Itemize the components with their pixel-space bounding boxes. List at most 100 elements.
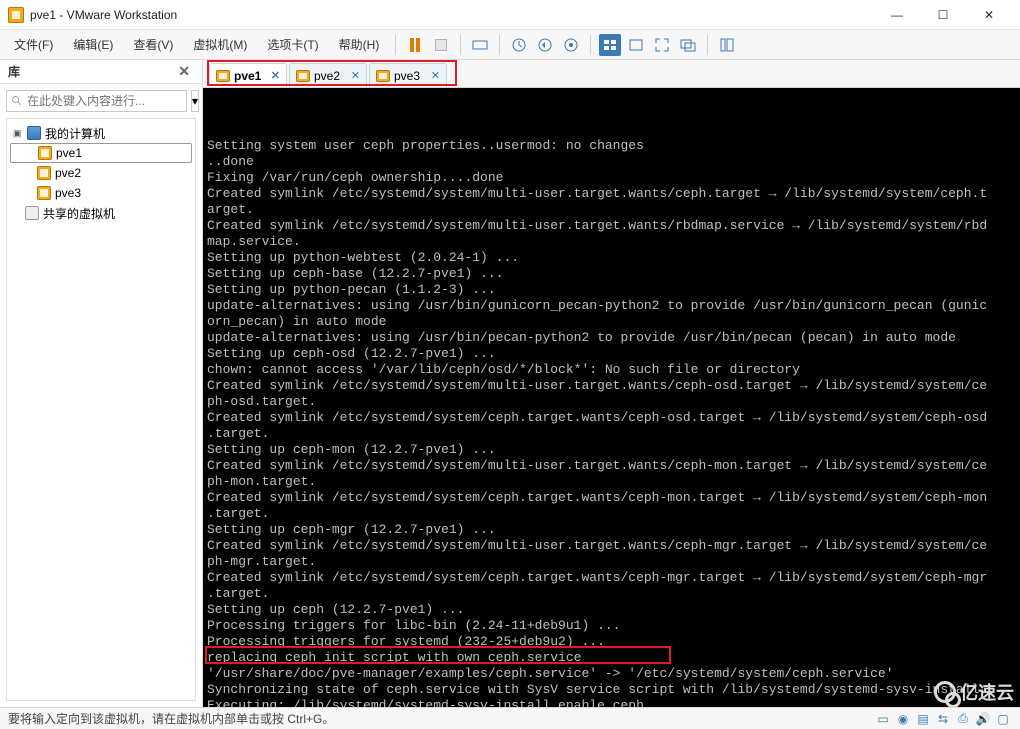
- terminal-line: Processing triggers for systemd (232-25+…: [207, 634, 1016, 650]
- terminal-line: update-alternatives: using /usr/bin/peca…: [207, 330, 1016, 346]
- terminal-line: ph-mgr.target.: [207, 554, 1016, 570]
- tree-shared-label: 共享的虚拟机: [43, 205, 115, 222]
- terminal-line: Synchronizing state of ceph.service with…: [207, 682, 1016, 698]
- status-cd-icon[interactable]: ◉: [894, 711, 912, 727]
- tree-item-pve1[interactable]: pve1: [10, 143, 192, 163]
- tab-close-icon[interactable]: ✕: [351, 69, 360, 82]
- status-printer-icon[interactable]: ⎙: [954, 711, 972, 727]
- terminal-line: chown: cannot access '/var/lib/ceph/osd/…: [207, 362, 1016, 378]
- terminal-line: '/usr/share/doc/pve-manager/examples/cep…: [207, 666, 1016, 682]
- library-title: 库: [8, 63, 20, 80]
- vm-icon: [296, 70, 310, 82]
- view-consoles-icon[interactable]: [599, 34, 621, 56]
- library-close-icon[interactable]: ✕: [174, 63, 194, 80]
- app-icon: [8, 7, 24, 23]
- pause-button[interactable]: [404, 34, 426, 56]
- terminal-line: Executing: /lib/systemd/systemd-sysv-ins…: [207, 698, 1016, 707]
- tree-root-my-computer[interactable]: ▣ 我的计算机: [9, 123, 193, 143]
- vm-icon: [216, 70, 230, 82]
- status-display-icon[interactable]: ▢: [994, 711, 1012, 727]
- titlebar: pve1 - VMware Workstation — ☐ ✕: [0, 0, 1020, 30]
- tree-shared-vms[interactable]: 共享的虚拟机: [9, 203, 193, 223]
- menu-edit[interactable]: 编辑(E): [65, 32, 121, 57]
- terminal-line: Processing triggers for libc-bin (2.24-1…: [207, 618, 1016, 634]
- terminal-line: Setting up ceph (12.2.7-pve1) ...: [207, 602, 1016, 618]
- tab-close-icon[interactable]: ✕: [271, 69, 280, 82]
- library-panel: 库 ✕ ▾ ▣ 我的计算机 pve1 pve2: [0, 60, 203, 707]
- terminal-line: Created symlink /etc/systemd/system/ceph…: [207, 490, 1016, 506]
- library-toggle-icon[interactable]: [716, 34, 738, 56]
- menu-view[interactable]: 查看(V): [125, 32, 181, 57]
- menu-file[interactable]: 文件(F): [6, 32, 61, 57]
- terminal-line: Setting up ceph-osd (12.2.7-pve1) ...: [207, 346, 1016, 362]
- status-network-icon[interactable]: ⇆: [934, 711, 952, 727]
- terminal-line: update-alternatives: using /usr/bin/guni…: [207, 298, 1016, 314]
- terminal-line: Setting up python-pecan (1.1.2-3) ...: [207, 282, 1016, 298]
- tab-pve3[interactable]: pve3 ✕: [369, 63, 447, 87]
- tab-label: pve2: [314, 69, 340, 83]
- vm-icon: [37, 166, 51, 180]
- window-title: pve1 - VMware Workstation: [30, 8, 177, 22]
- status-floppy-icon[interactable]: ▤: [914, 711, 932, 727]
- tab-close-icon[interactable]: ✕: [431, 69, 440, 82]
- terminal-line: Created symlink /etc/systemd/system/mult…: [207, 186, 1016, 202]
- view-single-icon[interactable]: [625, 34, 647, 56]
- terminal-line: .target.: [207, 426, 1016, 442]
- vm-icon: [37, 186, 51, 200]
- vm-icon: [376, 70, 390, 82]
- terminal-line: ph-mon.target.: [207, 474, 1016, 490]
- menu-vm[interactable]: 虚拟机(M): [185, 32, 255, 57]
- search-box[interactable]: [6, 90, 187, 112]
- terminal-line: Created symlink /etc/systemd/system/mult…: [207, 538, 1016, 554]
- terminal-line: Created symlink /etc/systemd/system/ceph…: [207, 570, 1016, 586]
- terminal-line: Created symlink /etc/systemd/system/mult…: [207, 218, 1016, 234]
- tree-item-label: pve2: [55, 166, 81, 180]
- menu-tabs[interactable]: 选项卡(T): [259, 32, 326, 57]
- terminal-line: Created symlink /etc/systemd/system/mult…: [207, 378, 1016, 394]
- fullscreen-icon[interactable]: [651, 34, 673, 56]
- menu-help[interactable]: 帮助(H): [331, 32, 388, 57]
- vm-icon: [38, 146, 52, 160]
- minimize-button[interactable]: —: [874, 0, 920, 30]
- tree-item-label: pve1: [56, 146, 82, 160]
- maximize-button[interactable]: ☐: [920, 0, 966, 30]
- terminal-line: Setting up python-webtest (2.0.24-1) ...: [207, 250, 1016, 266]
- tree-item-pve2[interactable]: pve2: [9, 163, 193, 183]
- status-hint: 要将输入定向到该虚拟机，请在虚拟机内部单击或按 Ctrl+G。: [8, 710, 334, 727]
- send-ctrl-alt-del-icon[interactable]: [469, 34, 491, 56]
- tab-label: pve1: [234, 69, 261, 83]
- unity-icon[interactable]: [677, 34, 699, 56]
- stop-button[interactable]: [430, 34, 452, 56]
- tab-pve1[interactable]: pve1 ✕: [209, 63, 287, 87]
- terminal-line: orn_pecan) in auto mode: [207, 314, 1016, 330]
- terminal-line: Created symlink /etc/systemd/system/ceph…: [207, 410, 1016, 426]
- status-hdd-icon[interactable]: ▭: [874, 711, 892, 727]
- snapshot-revert-icon[interactable]: [534, 34, 556, 56]
- computer-icon: [27, 126, 41, 140]
- snapshot-take-icon[interactable]: [508, 34, 530, 56]
- twisty-icon[interactable]: ▣: [13, 128, 23, 139]
- close-button[interactable]: ✕: [966, 0, 1012, 30]
- terminal-line: replacing ceph init script with own ceph…: [207, 650, 1016, 666]
- tab-pve2[interactable]: pve2 ✕: [289, 63, 367, 87]
- snapshot-manager-icon[interactable]: [560, 34, 582, 56]
- terminal-line: ..done: [207, 154, 1016, 170]
- tree-root-label: 我的计算机: [45, 125, 105, 142]
- tree-item-pve3[interactable]: pve3: [9, 183, 193, 203]
- terminal-line: Fixing /var/run/ceph ownership....done: [207, 170, 1016, 186]
- terminal-line: .target.: [207, 506, 1016, 522]
- main-area: pve1 ✕ pve2 ✕ pve3 ✕ Setting system user…: [203, 60, 1020, 707]
- statusbar: 要将输入定向到该虚拟机，请在虚拟机内部单击或按 Ctrl+G。 ▭ ◉ ▤ ⇆ …: [0, 707, 1020, 729]
- menubar: 文件(F) 编辑(E) 查看(V) 虚拟机(M) 选项卡(T) 帮助(H): [0, 30, 1020, 60]
- vm-tabbar: pve1 ✕ pve2 ✕ pve3 ✕: [203, 60, 1020, 88]
- terminal-line: Created symlink /etc/systemd/system/mult…: [207, 458, 1016, 474]
- search-input[interactable]: [27, 94, 182, 108]
- status-sound-icon[interactable]: 🔊: [974, 711, 992, 727]
- library-tree[interactable]: ▣ 我的计算机 pve1 pve2 pve3 共享的虚拟机: [6, 118, 196, 701]
- terminal-line: Setting up ceph-mgr (12.2.7-pve1) ...: [207, 522, 1016, 538]
- terminal-line: Setting up ceph-mon (12.2.7-pve1) ...: [207, 442, 1016, 458]
- terminal-line: Setting system user ceph properties..use…: [207, 138, 1016, 154]
- shared-icon: [25, 206, 39, 220]
- vm-console[interactable]: Setting system user ceph properties..use…: [203, 88, 1020, 707]
- search-dropdown[interactable]: ▾: [191, 90, 199, 112]
